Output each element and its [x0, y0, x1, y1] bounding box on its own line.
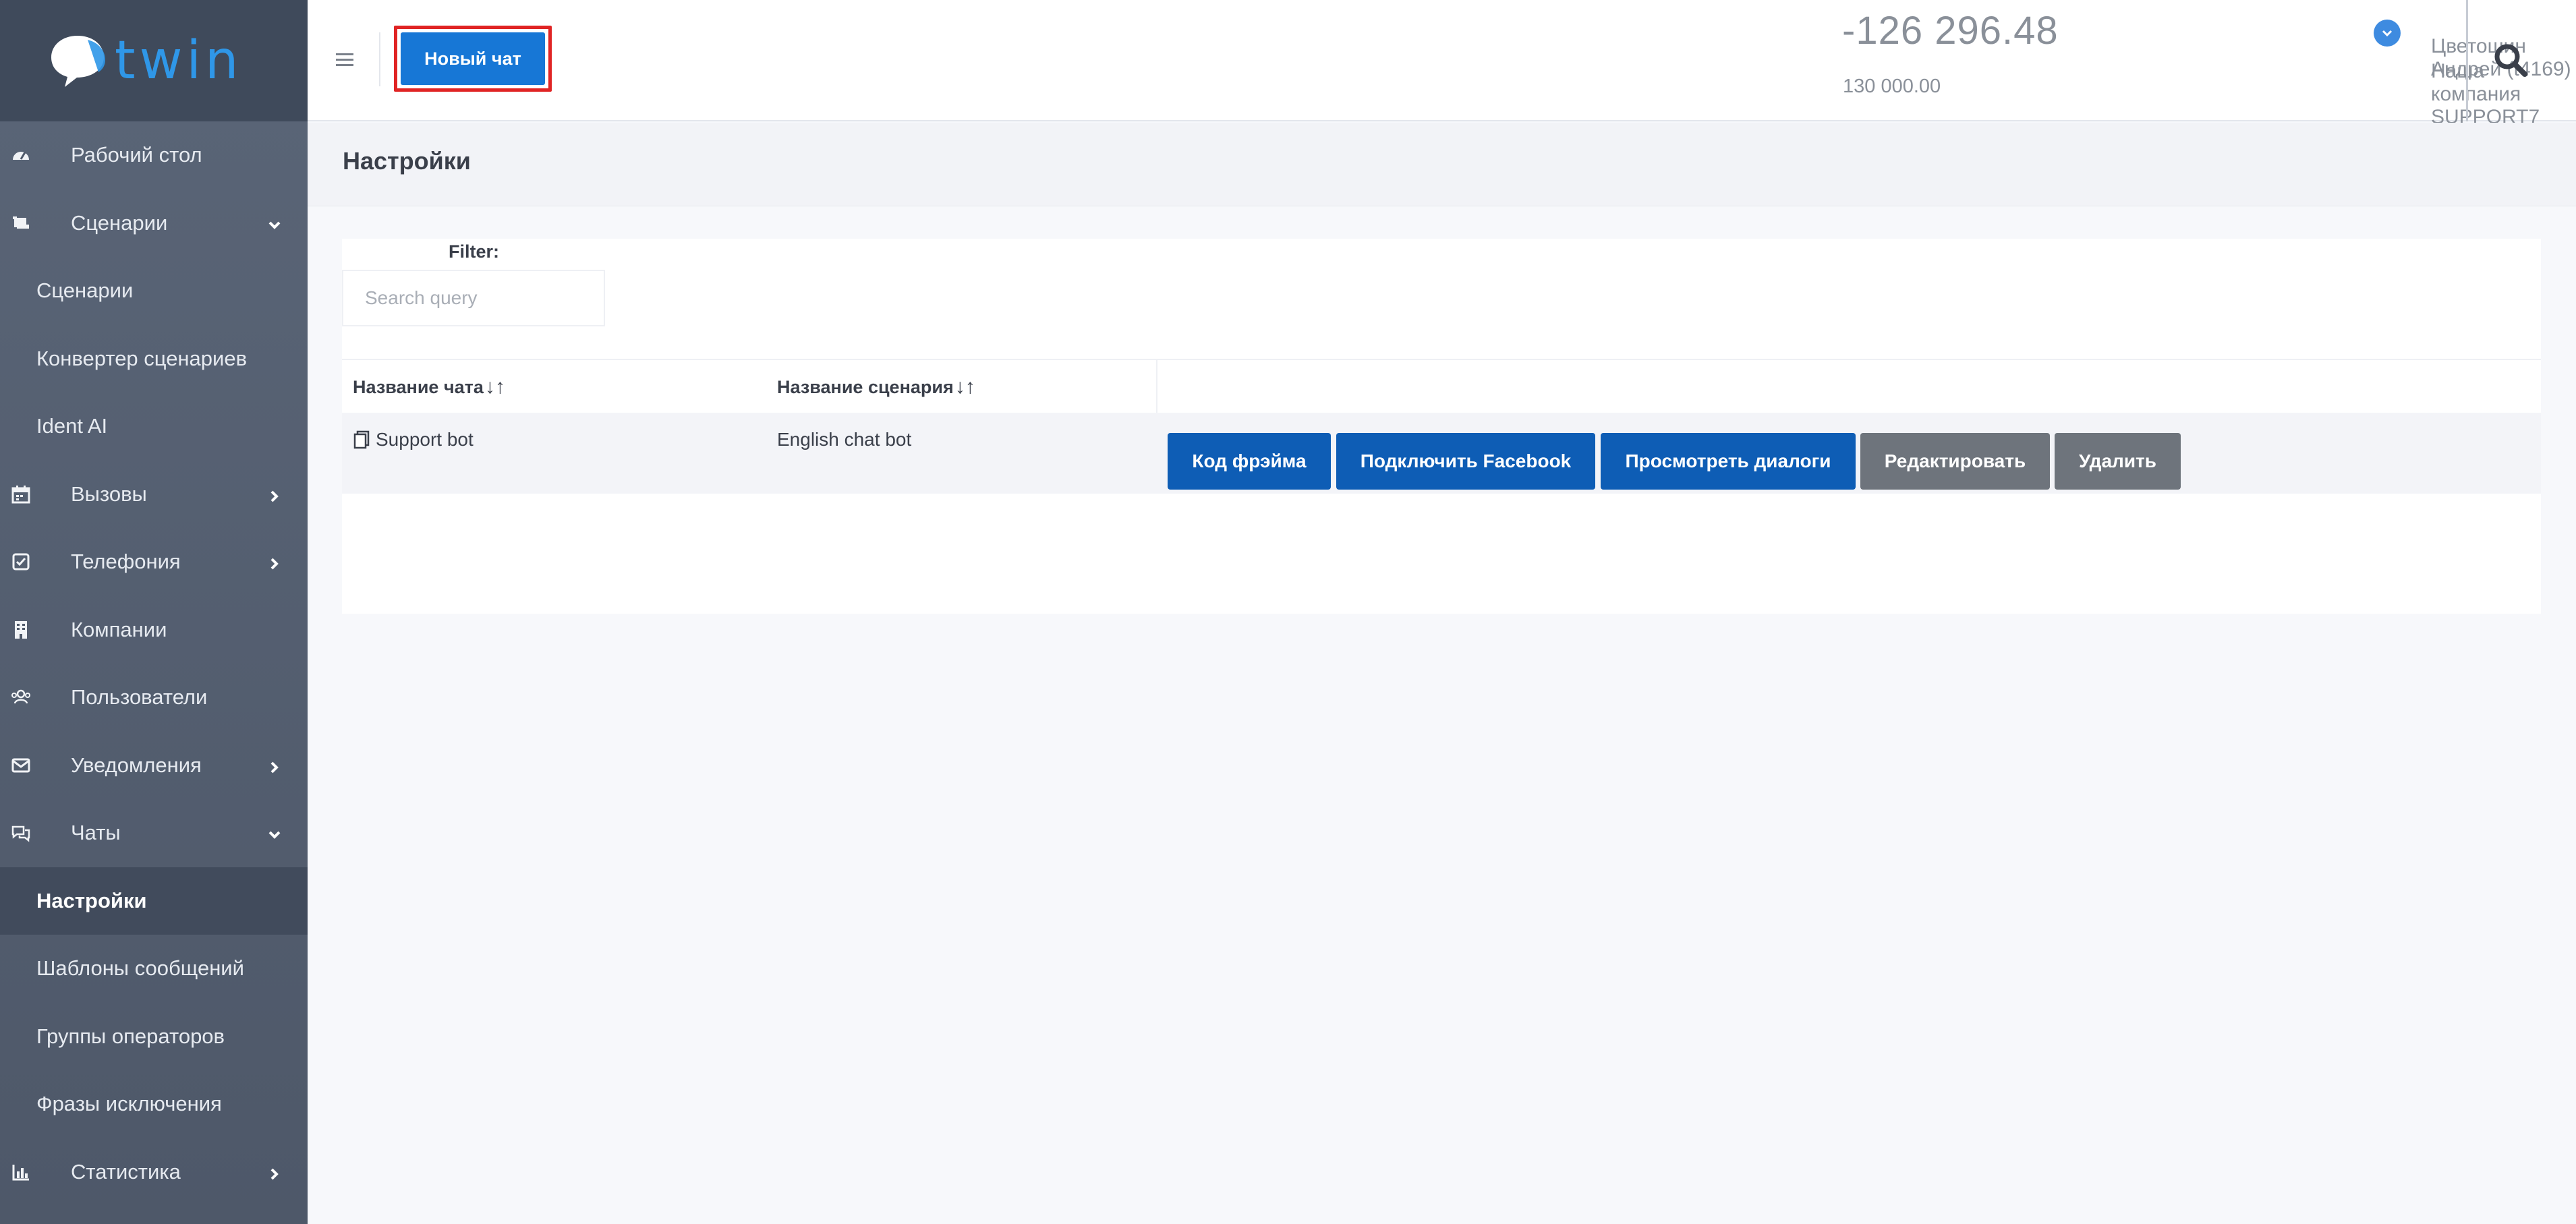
column-divider — [1156, 360, 1157, 414]
sidebar-subitem-operator-groups[interactable]: Группы операторов — [0, 1003, 308, 1071]
sidebar-item-statistics[interactable]: Статистика — [0, 1138, 308, 1206]
page-title: Настройки — [343, 147, 471, 175]
chat-icon — [9, 821, 32, 844]
chevron-right-icon — [267, 555, 281, 570]
sidebar-subitem-scenarios[interactable]: Сценарии — [0, 257, 308, 325]
sidebar-subitem-settings[interactable]: Настройки — [0, 867, 308, 935]
copy-icon[interactable] — [353, 430, 370, 449]
view-dialogs-button[interactable]: Просмотреть диалоги — [1601, 433, 1856, 490]
chevron-right-icon — [267, 488, 281, 502]
chevron-down-icon[interactable] — [2374, 20, 2401, 47]
sidebar-item-label: Чаты — [71, 821, 121, 845]
sidebar-item-scenarios[interactable]: Сценарии — [0, 190, 308, 258]
calendar-icon — [9, 483, 32, 506]
filter-label: Filter: — [449, 241, 500, 262]
users-icon — [9, 686, 32, 709]
column-label: Название сценария — [777, 376, 954, 397]
sidebar-item-label: Рабочий стол — [71, 143, 202, 167]
account-balance: -126 296.48 — [1842, 9, 2059, 53]
building-icon — [9, 618, 32, 641]
sort-icon: ↓↑ — [484, 376, 505, 398]
sidebar-item-label: Конвертер сценариев — [36, 346, 248, 370]
sidebar-item-label: Статистика — [71, 1159, 181, 1184]
sidebar-item-telephony[interactable]: Телефония — [0, 528, 308, 596]
scenario-name: English chat bot — [777, 429, 912, 450]
sidebar-item-label: Настройки — [36, 888, 147, 912]
sidebar-item-label: Шаблоны сообщений — [36, 956, 244, 981]
sidebar-item-calls[interactable]: Вызовы — [0, 461, 308, 529]
logo[interactable]: twin — [0, 0, 308, 121]
table-header: Название чата ↓↑ Название сценария ↓↑ — [342, 359, 2541, 414]
header-divider — [379, 32, 380, 86]
credit-limit: 130 000.00 — [1843, 76, 1941, 97]
table-row: Support bot English chat bot Код фрэйма … — [342, 413, 2541, 494]
sidebar-item-label: Телефония — [71, 550, 181, 574]
chevron-down-icon — [267, 826, 281, 840]
logo-text: twin — [115, 30, 243, 91]
logo-bubble-icon — [51, 36, 105, 87]
dashboard-icon — [9, 144, 32, 167]
top-header: Новый чат -126 296.48 130 000.00 Цветоши… — [308, 0, 2576, 151]
sidebar-item-label: Сценарии — [36, 279, 134, 303]
page-subheader: Настройки — [308, 123, 2576, 206]
sidebar-item-label: Компании — [71, 617, 167, 641]
column-header-scenario-name[interactable]: Название сценария ↓↑ — [777, 360, 975, 414]
cell-chat-name: Support bot — [353, 413, 474, 467]
check-square-icon — [9, 550, 32, 573]
sidebar-item-companies[interactable]: Компании — [0, 596, 308, 664]
sidebar-subitem-ident-ai[interactable]: Ident AI — [0, 392, 308, 461]
sidebar-item-label: Вызовы — [71, 482, 147, 506]
sidebar-subitem-message-templates[interactable]: Шаблоны сообщений — [0, 935, 308, 1003]
sort-icon: ↓↑ — [954, 376, 975, 398]
sidebar-item-label: Пользователи — [71, 685, 208, 709]
chevron-down-icon — [267, 216, 281, 230]
header-divider — [2466, 0, 2468, 121]
edit-button[interactable]: Редактировать — [1860, 433, 2050, 490]
search-input[interactable] — [342, 270, 605, 326]
sidebar-item-label: Фразы исключения — [36, 1092, 222, 1116]
sidebar-nav: Рабочий стол Сценарии Сценарии Конвертер… — [0, 121, 308, 1206]
chevron-right-icon — [267, 759, 281, 774]
sidebar-subitem-scenario-converter[interactable]: Конвертер сценариев — [0, 325, 308, 393]
sidebar-item-users[interactable]: Пользователи — [0, 664, 308, 732]
cell-scenario-name: English chat bot — [777, 413, 911, 467]
chevron-right-icon — [267, 1165, 281, 1180]
column-label: Название чата — [353, 376, 484, 397]
sidebar-item-label: Ident AI — [36, 414, 108, 438]
sidebar-item-dashboard[interactable]: Рабочий стол — [0, 121, 308, 190]
sidebar-item-label: Сценарии — [71, 210, 168, 235]
chat-name: Support bot — [376, 429, 474, 450]
sidebar-item-notifications[interactable]: Уведомления — [0, 732, 308, 800]
chat-settings-panel: Filter: Название чата ↓↑ Название сценар… — [342, 239, 2541, 614]
hamburger-menu-icon[interactable] — [335, 43, 355, 76]
column-header-chat-name[interactable]: Название чата ↓↑ — [353, 360, 505, 414]
sidebar-item-label: Группы операторов — [36, 1024, 225, 1048]
sidebar: twin Рабочий стол Сценарии Сценарии Конв… — [0, 0, 308, 1224]
sidebar-item-label: Уведомления — [71, 753, 202, 777]
new-chat-button[interactable]: Новый чат — [401, 32, 545, 85]
sidebar-subitem-exclusion-phrases[interactable]: Фразы исключения — [0, 1070, 308, 1138]
envelope-icon — [9, 754, 32, 777]
sidebar-item-chats[interactable]: Чаты — [0, 799, 308, 867]
bar-chart-icon — [9, 1161, 32, 1184]
scenarios-icon — [9, 212, 32, 235]
delete-button[interactable]: Удалить — [2055, 433, 2181, 490]
connect-facebook-button[interactable]: Подключить Facebook — [1336, 433, 1595, 490]
search-icon[interactable] — [2490, 39, 2533, 82]
main-content: Настройки Filter: Название чата ↓↑ Назва… — [308, 123, 2576, 1224]
frame-code-button[interactable]: Код фрэйма — [1168, 433, 1331, 490]
